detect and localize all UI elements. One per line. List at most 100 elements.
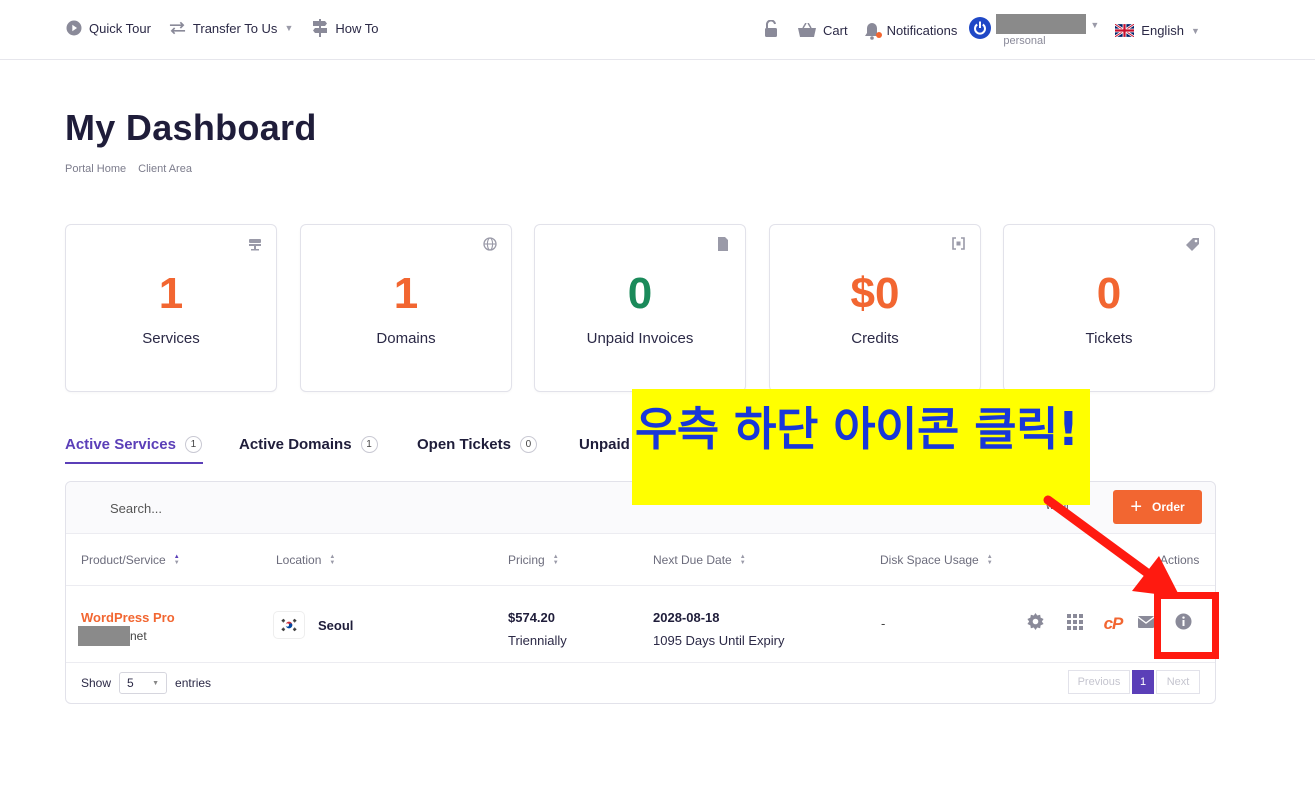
services-table-panel: w All + Order Product/Service ▲▼ Locatio… (65, 481, 1216, 704)
card-label: Unpaid Invoices (586, 330, 694, 347)
tab-count-badge: 1 (184, 435, 202, 453)
redacted-username (996, 14, 1087, 34)
transfer-to-us-label: Transfer To Us (192, 20, 278, 36)
column-label: Next Due Date (653, 553, 732, 567)
tag-icon (1186, 237, 1200, 251)
user-menu[interactable]: personal ▼ (969, 14, 1099, 47)
server-icon (248, 237, 262, 251)
notifications-label: Notifications (886, 23, 958, 38)
transfer-to-us-dropdown[interactable]: Transfer To Us ▼ (169, 17, 293, 39)
quick-tour-label: Quick Tour (89, 20, 151, 36)
power-icon (969, 17, 992, 39)
tab-unpaid[interactable]: Unpaid (579, 432, 630, 456)
location-name: Seoul (318, 617, 354, 633)
disk-usage-value: - (881, 616, 886, 631)
card-label: Tickets (1085, 330, 1133, 347)
cpanel-login-button[interactable]: cP (1100, 614, 1126, 634)
globe-icon (483, 237, 497, 251)
tab-open-tickets[interactable]: Open Tickets 0 (417, 432, 579, 456)
signpost-icon (311, 19, 328, 37)
show-label: Show (81, 676, 112, 690)
card-credits[interactable]: $0 Credits (769, 224, 981, 392)
user-info: personal (991, 14, 1087, 47)
manage-settings-button[interactable] (1025, 613, 1045, 634)
top-nav-left: Quick Tour Transfer To Us ▼ How To (65, 17, 396, 39)
card-services[interactable]: 1 Services (65, 224, 277, 392)
app-grid-button[interactable] (1065, 613, 1085, 635)
entries-label: entries (175, 676, 212, 690)
expiry-countdown: 1095 Days Until Expiry (653, 633, 785, 648)
basket-icon (798, 23, 816, 38)
sort-icon: ▲ ▼ (986, 554, 993, 566)
card-domains[interactable]: 1 Domains (300, 224, 512, 392)
column-label: Location (276, 553, 322, 567)
pagination: Previous 1 Next (1068, 670, 1200, 694)
chevron-down-icon: ▼ (284, 23, 294, 33)
envelope-icon (1137, 615, 1155, 633)
play-circle-icon (65, 20, 82, 37)
lock-icon (764, 19, 778, 41)
tab-active-services[interactable]: Active Services 1 (65, 432, 239, 456)
card-unpaid-invoices[interactable]: 0 Unpaid Invoices (534, 224, 746, 392)
product-name-link[interactable]: WordPress Pro (81, 610, 175, 625)
column-header-disk-space[interactable]: Disk Space Usage ▲ ▼ (880, 553, 993, 567)
highlight-box (1154, 592, 1219, 659)
tab-active-domains[interactable]: Active Domains 1 (239, 432, 417, 456)
pagination-previous[interactable]: Previous (1068, 670, 1130, 694)
due-date-cell: 2028-08-18 1095 Days Until Expiry (653, 606, 785, 652)
language-label: English (1141, 23, 1184, 38)
column-header-pricing[interactable]: Pricing ▲ ▼ (508, 553, 559, 567)
card-value: $0 (850, 269, 900, 318)
pagination-next[interactable]: Next (1156, 670, 1200, 694)
breadcrumb-portal-home[interactable]: Portal Home (65, 163, 126, 175)
card-value: 1 (158, 269, 184, 318)
card-label: Services (142, 330, 200, 347)
cart-link[interactable]: Cart (798, 17, 848, 45)
language-selector[interactable]: English ▼ (1114, 23, 1200, 38)
notification-dot (875, 31, 882, 38)
tab-count-badge: 1 (360, 435, 378, 453)
order-label: Order (1152, 500, 1185, 514)
price-value: $574.20 (508, 610, 555, 625)
card-tickets[interactable]: 0 Tickets (1003, 224, 1215, 392)
uk-flag-icon (1114, 23, 1135, 38)
top-nav-right: Cart Notifications personal ▼ English ▼ (764, 14, 1200, 47)
column-header-product[interactable]: Product/Service ▲ ▼ (81, 553, 180, 567)
top-navigation-bar: Quick Tour Transfer To Us ▼ How To Cart … (0, 0, 1315, 60)
order-button[interactable]: + Order (1113, 490, 1202, 524)
search-input[interactable] (110, 497, 410, 519)
instruction-callout: 우측 하단 아이콘 클릭! (632, 389, 1090, 505)
card-value: 1 (393, 269, 419, 318)
grid-icon (1067, 613, 1083, 635)
page-title: My Dashboard (65, 107, 317, 148)
cpanel-icon: cP (1103, 614, 1124, 633)
dashboard-tabs: Active Services 1 Active Domains 1 Open … (65, 432, 630, 456)
chevron-down-icon: ▼ (152, 679, 160, 687)
column-header-next-due-date[interactable]: Next Due Date ▲ ▼ (653, 553, 746, 567)
entries-per-page-select[interactable]: 5 ▼ (119, 672, 168, 694)
column-label: Pricing (508, 553, 545, 567)
active-tab-indicator (65, 462, 203, 464)
sort-icon: ▲ ▼ (552, 554, 559, 566)
billing-cycle: Triennially (508, 633, 567, 648)
due-date-value: 2028-08-18 (653, 610, 720, 625)
quick-tour-link[interactable]: Quick Tour (65, 17, 151, 39)
card-label: Domains (376, 330, 436, 347)
product-domain: net (78, 626, 147, 646)
chevron-down-icon: ▼ (1090, 20, 1100, 30)
email-button[interactable] (1136, 614, 1156, 634)
notifications-link[interactable]: Notifications (864, 17, 958, 45)
location-cell: Seoul (274, 612, 353, 638)
cart-label: Cart (823, 23, 848, 38)
lock-button[interactable] (764, 17, 778, 45)
instruction-text: 우측 하단 아이콘 클릭! (635, 402, 1079, 456)
user-subtitle: personal (1003, 35, 1046, 47)
tab-label: Unpaid (579, 435, 630, 453)
sort-icon: ▲ ▼ (739, 554, 746, 566)
column-header-location[interactable]: Location ▲ ▼ (276, 553, 335, 567)
table-row: WordPress Pro net Seoul $574.20 Triennia… (66, 586, 1215, 663)
how-to-link[interactable]: How To (311, 17, 378, 39)
pagination-page-1[interactable]: 1 (1132, 670, 1154, 694)
card-value: 0 (627, 269, 653, 318)
bell-icon (864, 22, 882, 40)
